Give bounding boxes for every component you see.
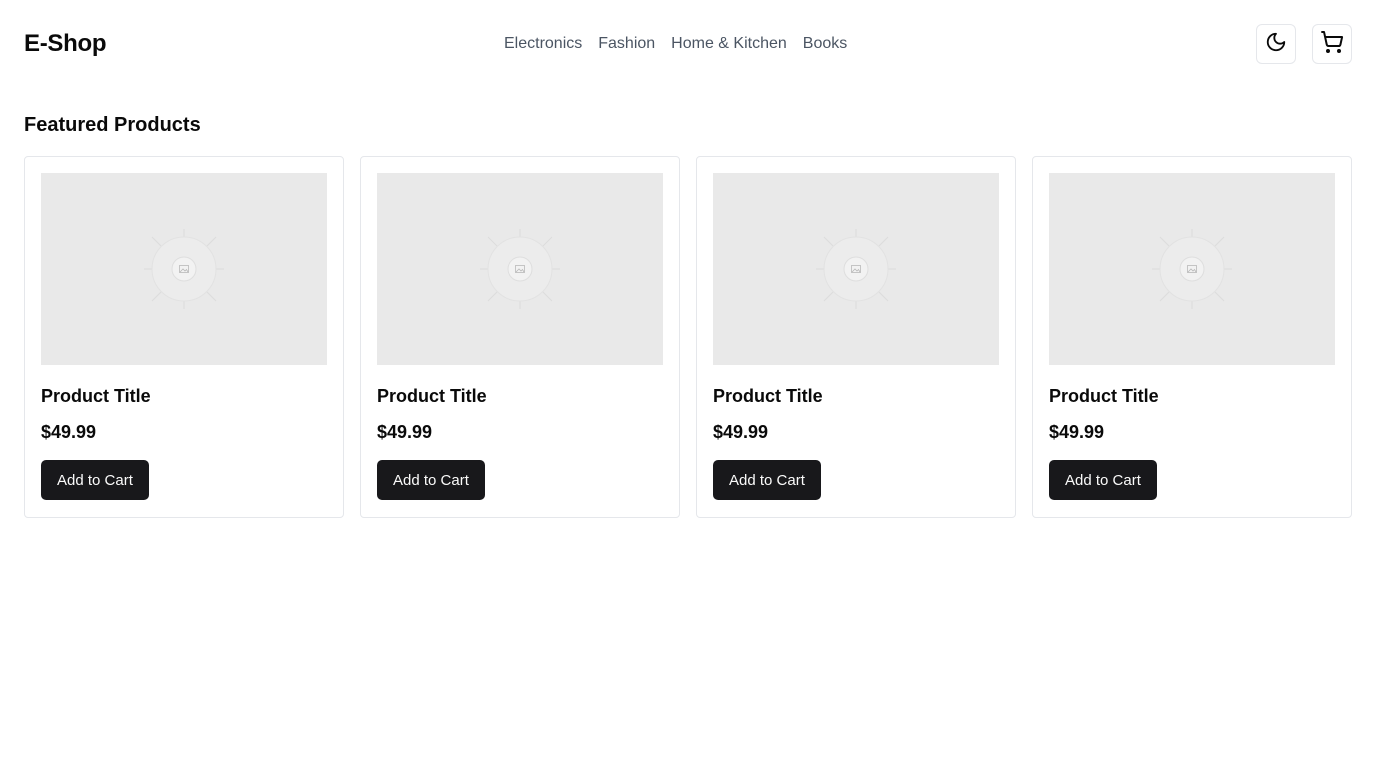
add-to-cart-button[interactable]: Add to Cart — [377, 460, 485, 500]
header-actions — [1256, 24, 1352, 64]
product-title[interactable]: Product Title — [1049, 385, 1335, 407]
nav-link-fashion[interactable]: Fashion — [598, 33, 655, 55]
product-card: Product Title $49.99 Add to Cart — [696, 156, 1016, 518]
cart-button[interactable] — [1312, 24, 1352, 64]
add-to-cart-button[interactable]: Add to Cart — [41, 460, 149, 500]
product-price: $49.99 — [713, 422, 769, 442]
product-price: $49.99 — [41, 422, 97, 442]
product-image-placeholder[interactable] — [1049, 173, 1335, 365]
add-to-cart-button[interactable]: Add to Cart — [713, 460, 821, 500]
product-price: $49.99 — [377, 422, 433, 442]
product-title[interactable]: Product Title — [41, 385, 327, 407]
product-card: Product Title $49.99 Add to Cart — [360, 156, 680, 518]
site-logo[interactable]: E-Shop — [24, 30, 107, 58]
shopping-cart-icon — [1320, 30, 1344, 59]
product-title[interactable]: Product Title — [713, 385, 999, 407]
product-image-placeholder[interactable] — [713, 173, 999, 365]
product-title[interactable]: Product Title — [377, 385, 663, 407]
moon-icon — [1265, 31, 1287, 58]
image-placeholder-icon — [480, 229, 560, 309]
add-to-cart-button[interactable]: Add to Cart — [1049, 460, 1157, 500]
product-grid: Product Title $49.99 Add to Cart Product… — [24, 156, 1352, 518]
image-placeholder-icon — [1152, 229, 1232, 309]
nav-link-books[interactable]: Books — [803, 33, 847, 55]
product-card: Product Title $49.99 Add to Cart — [1032, 156, 1352, 518]
section-title: Featured Products — [24, 114, 201, 136]
image-placeholder-icon — [144, 229, 224, 309]
site-header: E-Shop Electronics Fashion Home & Kitche… — [0, 0, 1376, 88]
product-image-placeholder[interactable] — [377, 173, 663, 365]
nav-link-electronics[interactable]: Electronics — [504, 33, 582, 55]
main-nav: Electronics Fashion Home & Kitchen Books — [504, 33, 847, 55]
product-price: $49.99 — [1049, 422, 1105, 442]
theme-toggle-button[interactable] — [1256, 24, 1296, 64]
product-image-placeholder[interactable] — [41, 173, 327, 365]
nav-link-home-kitchen[interactable]: Home & Kitchen — [671, 33, 787, 55]
image-placeholder-icon — [816, 229, 896, 309]
product-card: Product Title $49.99 Add to Cart — [24, 156, 344, 518]
